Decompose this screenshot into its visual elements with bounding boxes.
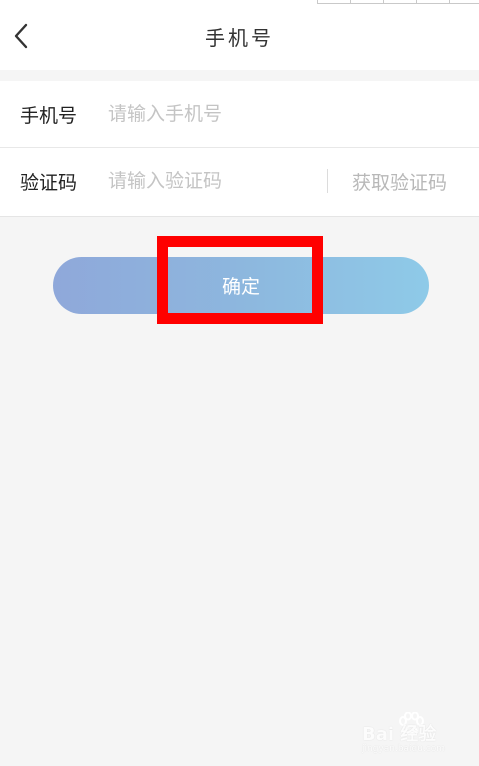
phone-row: 手机号 (0, 81, 479, 147)
watermark-text: Bai 经验 (362, 724, 437, 745)
page-title: 手机号 (205, 26, 274, 50)
code-input[interactable] (108, 166, 313, 196)
watermark-url: jingyan.baidu.com (362, 744, 446, 754)
top-edge-lines (317, 0, 479, 4)
highlight-annotation-box (157, 236, 323, 324)
get-code-button[interactable]: 获取验证码 (352, 168, 447, 195)
phone-input[interactable] (108, 99, 448, 129)
header-bar: 手机号 (0, 0, 479, 70)
vertical-divider (327, 169, 328, 193)
login-form: 手机号 验证码 获取验证码 (0, 81, 479, 217)
watermark: Bai 经验 jingyan.baidu.com (362, 712, 462, 762)
phone-label: 手机号 (20, 105, 78, 127)
code-row: 验证码 获取验证码 (0, 148, 479, 214)
code-label: 验证码 (20, 172, 78, 194)
